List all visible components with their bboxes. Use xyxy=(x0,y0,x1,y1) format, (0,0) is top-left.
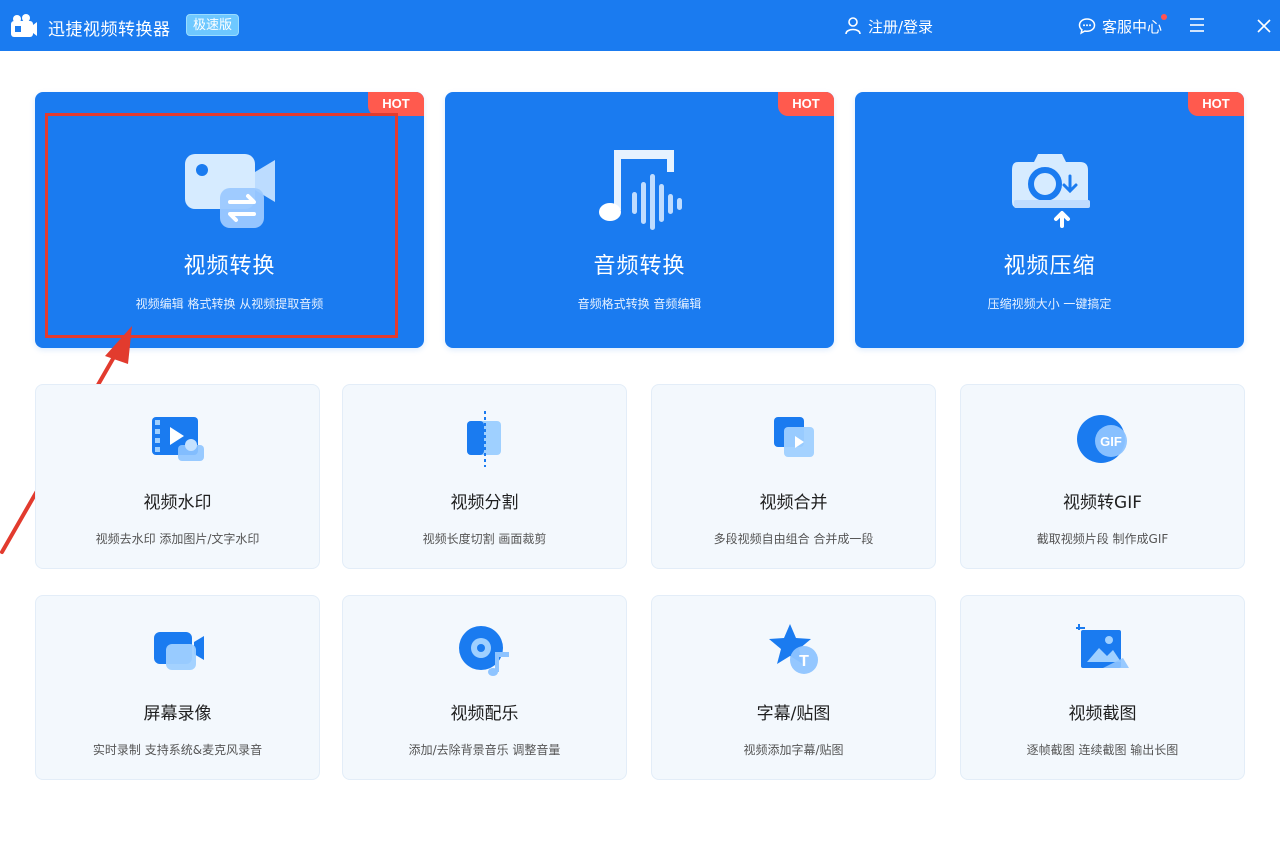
customer-service-button[interactable]: 客服中心 xyxy=(1078,13,1168,37)
music-disc-icon xyxy=(459,626,509,676)
tool-description: 视频长度切割 画面裁剪 xyxy=(422,532,547,546)
tool-card-subtitle[interactable]: T 字幕/贴图 视频添加字幕/贴图 xyxy=(651,595,936,780)
hot-badge: HOT xyxy=(1188,92,1244,116)
tool-title: 字幕/贴图 xyxy=(756,704,831,724)
close-icon[interactable] xyxy=(1256,18,1272,34)
login-label: 注册/登录 xyxy=(868,17,934,36)
screenshot-image-icon xyxy=(1076,624,1129,668)
tool-title: 视频截图 xyxy=(1068,704,1137,724)
tool-description: 添加/去除背景音乐 调整音量 xyxy=(408,743,561,757)
gif-icon: GIF xyxy=(1077,415,1127,463)
camera-compress-icon xyxy=(1012,154,1090,228)
tool-description: 视频去水印 添加图片/文字水印 xyxy=(95,532,260,546)
user-icon xyxy=(845,17,861,35)
login-button[interactable]: 注册/登录 xyxy=(845,15,933,37)
screen-record-icon xyxy=(154,632,204,670)
tool-card-screen-record[interactable]: 屏幕录像 实时录制 支持系统&麦克风录音 xyxy=(35,595,320,780)
tool-title: 屏幕录像 xyxy=(143,704,212,724)
menu-icon[interactable] xyxy=(1188,16,1206,34)
tool-description: 多段视频自由组合 合并成一段 xyxy=(713,532,874,546)
chat-bubble-icon xyxy=(1078,18,1096,35)
card-description: 音频格式转换 音频编辑 xyxy=(577,297,702,311)
watermark-icon xyxy=(152,417,204,461)
tool-title: 视频合并 xyxy=(759,493,828,513)
card-title: 音频转换 xyxy=(593,254,686,279)
subtitle-icon-text: T xyxy=(799,653,809,670)
card-description: 压缩视频大小 一键搞定 xyxy=(987,297,1112,311)
notification-dot xyxy=(1161,13,1168,20)
tool-description: 截取视频片段 制作成GIF xyxy=(1036,532,1169,546)
tool-card-split[interactable]: 视频分割 视频长度切割 画面裁剪 xyxy=(342,384,627,569)
tool-description: 实时录制 支持系统&麦克风录音 xyxy=(92,743,263,757)
tool-title: 视频分割 xyxy=(450,493,519,513)
tool-card-gif[interactable]: GIF 视频转GIF 截取视频片段 制作成GIF xyxy=(960,384,1245,569)
split-icon xyxy=(467,411,501,467)
tool-card-screenshot[interactable]: 视频截图 逐帧截图 连续截图 输出长图 xyxy=(960,595,1245,780)
edition-badge: 极速版 xyxy=(186,14,240,36)
subtitle-star-icon: T xyxy=(769,624,818,674)
app-title: 迅捷视频转换器 xyxy=(48,20,171,40)
card-title: 视频压缩 xyxy=(1003,254,1096,279)
tool-title: 视频配乐 xyxy=(450,704,519,724)
tool-card-watermark[interactable]: 视频水印 视频去水印 添加图片/文字水印 xyxy=(35,384,320,569)
tool-card-music[interactable]: 视频配乐 添加/去除背景音乐 调整音量 xyxy=(342,595,627,780)
app-logo-icon xyxy=(11,14,37,37)
tool-card-merge[interactable]: 视频合并 多段视频自由组合 合并成一段 xyxy=(651,384,936,569)
support-label-wrap: 客服中心 xyxy=(1102,13,1168,37)
title-bar: 迅捷视频转换器 极速版 注册/登录 客服中心 xyxy=(0,0,1280,51)
video-compress-card[interactable]: HOT 视频压缩 压缩视频大小 一键搞定 xyxy=(855,92,1244,348)
audio-convert-card[interactable]: HOT 音频转换 音频格式转换 音频编辑 xyxy=(445,92,834,348)
hot-badge: HOT xyxy=(778,92,834,116)
gif-icon-text: GIF xyxy=(1100,434,1122,449)
merge-icon xyxy=(774,417,814,457)
tool-description: 逐帧截图 连续截图 输出长图 xyxy=(1026,743,1179,757)
music-note-icon xyxy=(599,150,682,230)
annotation-highlight-box xyxy=(45,113,398,338)
tool-title: 视频转GIF xyxy=(1063,493,1142,513)
tool-title: 视频水印 xyxy=(143,493,212,513)
support-label: 客服中心 xyxy=(1102,17,1163,36)
tool-description: 视频添加字幕/贴图 xyxy=(743,743,844,757)
